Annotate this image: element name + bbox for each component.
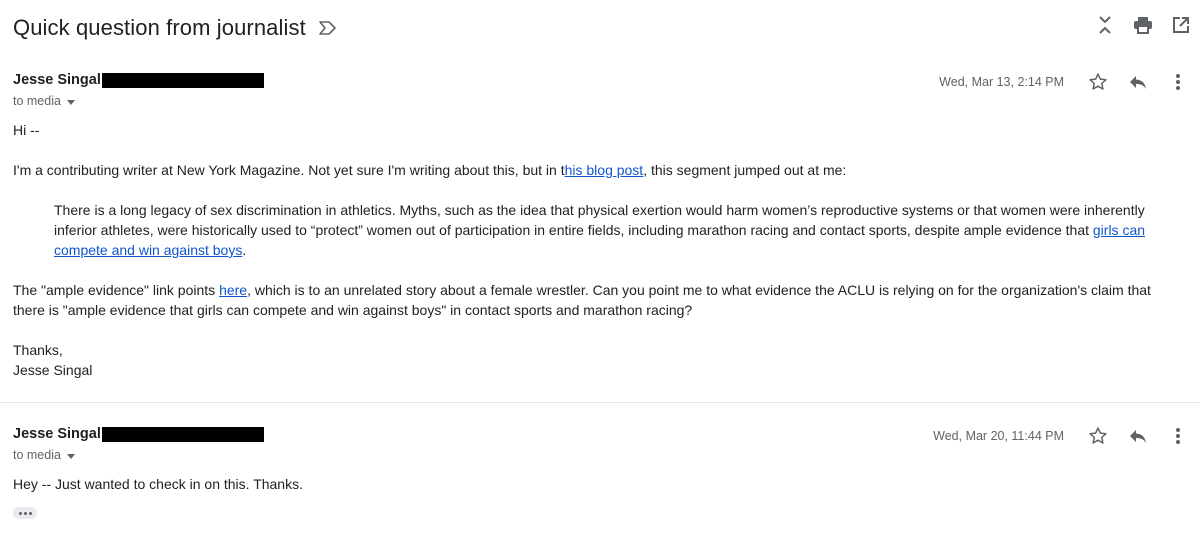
- dot: [18, 511, 22, 515]
- message-date: Wed, Mar 20, 11:44 PM: [933, 429, 1064, 443]
- greeting-text: Hi --: [13, 122, 40, 138]
- blockquote: There is a long legacy of sex discrimina…: [13, 200, 1183, 260]
- reply-icon[interactable]: [1124, 424, 1152, 448]
- recipients-dropdown[interactable]: to media: [13, 94, 75, 108]
- message-actions: Wed, Mar 20, 11:44 PM: [933, 424, 1192, 448]
- recipients-dropdown[interactable]: to media: [13, 448, 75, 462]
- blog-post-link[interactable]: his blog post: [565, 162, 644, 178]
- sender-row: Jesse Singal: [13, 426, 264, 442]
- signature: Jesse Singal: [13, 362, 93, 378]
- sender-name[interactable]: Jesse Singal: [13, 426, 101, 442]
- more-vert-icon[interactable]: [1164, 70, 1192, 94]
- email-subject: Quick question from journalist: [13, 15, 306, 40]
- question-text: The "ample evidence" link points: [13, 282, 220, 298]
- chevron-down-icon: [66, 99, 75, 105]
- sender-name[interactable]: Jesse Singal: [13, 72, 101, 88]
- sender-row: Jesse Singal: [13, 72, 264, 88]
- open-in-new-window-icon[interactable]: [1170, 14, 1192, 36]
- subject-row: Quick question from journalist: [13, 12, 338, 44]
- thread-toolbar: [1094, 14, 1192, 36]
- show-trimmed-content-icon[interactable]: [13, 507, 37, 519]
- dot: [23, 511, 27, 515]
- redacted-email-address: [101, 426, 264, 442]
- intro-text: I'm a contributing writer at New York Ma…: [13, 162, 565, 178]
- chevron-down-icon: [66, 453, 75, 459]
- followup-text: Hey -- Just wanted to check in on this. …: [13, 476, 303, 492]
- quote-text: There is a long legacy of sex discrimina…: [54, 202, 1145, 238]
- reply-icon[interactable]: [1124, 70, 1152, 94]
- message-actions: Wed, Mar 13, 2:14 PM: [939, 70, 1192, 94]
- redacted-email-address: [101, 72, 264, 88]
- message-date: Wed, Mar 13, 2:14 PM: [939, 75, 1064, 89]
- recipients-label: to media: [13, 448, 61, 462]
- message-2-body: Hey -- Just wanted to check in on this. …: [13, 474, 1183, 494]
- recipients-label: to media: [13, 94, 61, 108]
- intro-paragraph: I'm a contributing writer at New York Ma…: [13, 160, 1183, 180]
- message-1-body: Hi -- I'm a contributing writer at New Y…: [13, 120, 1183, 380]
- star-outline-icon[interactable]: [1084, 70, 1112, 94]
- here-link[interactable]: here: [219, 282, 247, 298]
- intro-text-end: , this segment jumped out at me:: [643, 162, 847, 178]
- question-paragraph: The "ample evidence" link points here, w…: [13, 280, 1183, 320]
- star-outline-icon[interactable]: [1084, 424, 1112, 448]
- more-vert-icon[interactable]: [1164, 424, 1192, 448]
- signoff: Thanks,: [13, 342, 63, 358]
- quote-end: .: [242, 242, 247, 258]
- print-icon[interactable]: [1132, 14, 1154, 36]
- label-outline-icon[interactable]: [318, 20, 338, 36]
- collapse-all-icon[interactable]: [1094, 14, 1116, 36]
- message-divider: [0, 402, 1200, 403]
- dot: [28, 511, 32, 515]
